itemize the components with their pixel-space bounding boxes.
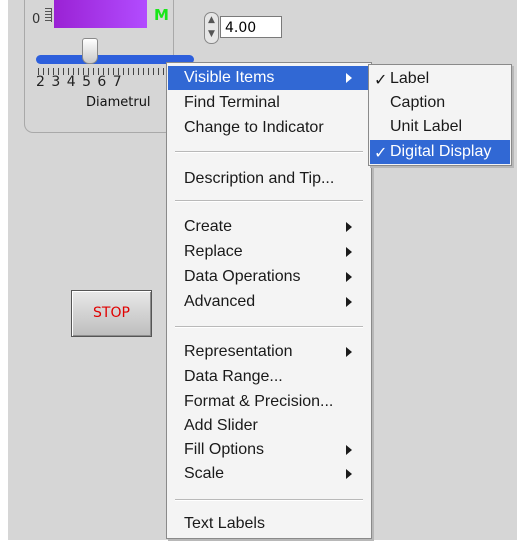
menu-item-text-labels[interactable]: Text Labels bbox=[168, 512, 370, 536]
submenu-item-unit-label[interactable]: Unit Label bbox=[370, 115, 510, 139]
menu-item-label: Format & Precision... bbox=[184, 393, 334, 410]
menu-item-label: Add Slider bbox=[184, 417, 258, 434]
tank-scale-ticks bbox=[45, 8, 52, 22]
menu-item-add-slider[interactable]: Add Slider bbox=[168, 414, 370, 438]
menu-item-scale[interactable]: Scale bbox=[168, 462, 370, 486]
submenu-arrow-icon bbox=[346, 297, 352, 307]
menu-item-label: Text Labels bbox=[184, 515, 265, 532]
menu-item-label: Data Operations bbox=[184, 268, 301, 285]
menu-item-label: Description and Tip... bbox=[184, 170, 335, 187]
context-menu: Visible Items Find Terminal Change to In… bbox=[166, 62, 372, 539]
submenu-item-label[interactable]: ✓ Label bbox=[370, 67, 510, 91]
menu-item-find-terminal[interactable]: Find Terminal bbox=[168, 91, 370, 115]
menu-item-label: Change to Indicator bbox=[184, 119, 324, 136]
menu-item-label: Scale bbox=[184, 465, 225, 482]
increment-arrow-icon[interactable]: ▲ bbox=[205, 13, 218, 27]
menu-item-label: Visible Items bbox=[184, 69, 275, 86]
numeric-increment-decrement[interactable]: ▲ ▼ bbox=[204, 12, 219, 44]
checkmark-icon: ✓ bbox=[374, 145, 388, 162]
slider-thumb[interactable] bbox=[82, 38, 98, 64]
menu-item-format-precision[interactable]: Format & Precision... bbox=[168, 390, 370, 414]
submenu-arrow-icon bbox=[346, 347, 352, 357]
menu-separator bbox=[175, 326, 363, 328]
decrement-arrow-icon[interactable]: ▼ bbox=[205, 27, 218, 41]
submenu-item-text: Caption bbox=[390, 94, 446, 111]
submenu-item-text: Digital Display bbox=[390, 143, 492, 160]
menu-item-label: Representation bbox=[184, 343, 293, 360]
visible-items-submenu: ✓ Label Caption Unit Label ✓ Digital Dis… bbox=[368, 64, 512, 166]
menu-item-visible-items[interactable]: Visible Items bbox=[168, 66, 370, 90]
menu-item-label: Data Range... bbox=[184, 368, 283, 385]
submenu-item-text: Unit Label bbox=[390, 118, 463, 135]
submenu-item-text: Label bbox=[390, 70, 430, 87]
slider-scale-labels: 2 3 4 5 6 7 bbox=[36, 74, 123, 90]
submenu-item-digital-display[interactable]: ✓ Digital Display bbox=[370, 140, 510, 164]
submenu-arrow-icon bbox=[346, 272, 352, 282]
menu-item-label: Create bbox=[184, 218, 233, 235]
menu-separator bbox=[175, 499, 363, 501]
tank-zero-label: 0 bbox=[32, 12, 41, 27]
menu-item-fill-options[interactable]: Fill Options bbox=[168, 438, 370, 462]
slider-label: Diametrul bbox=[86, 95, 151, 110]
menu-item-change-to-indicator[interactable]: Change to Indicator bbox=[168, 116, 370, 140]
menu-item-description-and-tip[interactable]: Description and Tip... bbox=[168, 167, 370, 191]
submenu-arrow-icon bbox=[346, 445, 352, 455]
submenu-arrow-icon bbox=[346, 73, 352, 83]
submenu-arrow-icon bbox=[346, 222, 352, 232]
numeric-input[interactable]: 4.00 bbox=[220, 16, 282, 38]
submenu-item-caption[interactable]: Caption bbox=[370, 91, 510, 115]
tank-unit-indicator: M bbox=[154, 6, 169, 24]
menu-separator bbox=[175, 151, 363, 153]
menu-item-label: Fill Options bbox=[184, 441, 265, 458]
menu-item-advanced[interactable]: Advanced bbox=[168, 290, 370, 314]
menu-item-label: Advanced bbox=[184, 293, 256, 310]
tank-fill-bar bbox=[54, 0, 147, 28]
menu-item-label: Find Terminal bbox=[184, 94, 280, 111]
checkmark-icon: ✓ bbox=[374, 72, 388, 89]
menu-item-data-operations[interactable]: Data Operations bbox=[168, 265, 370, 289]
menu-item-representation[interactable]: Representation bbox=[168, 340, 370, 364]
menu-separator bbox=[175, 200, 363, 202]
menu-item-label: Replace bbox=[184, 243, 243, 260]
menu-item-data-range[interactable]: Data Range... bbox=[168, 365, 370, 389]
menu-item-replace[interactable]: Replace bbox=[168, 240, 370, 264]
submenu-arrow-icon bbox=[346, 469, 352, 479]
menu-item-create[interactable]: Create bbox=[168, 215, 370, 239]
submenu-arrow-icon bbox=[346, 247, 352, 257]
stop-button[interactable]: STOP bbox=[71, 290, 152, 337]
